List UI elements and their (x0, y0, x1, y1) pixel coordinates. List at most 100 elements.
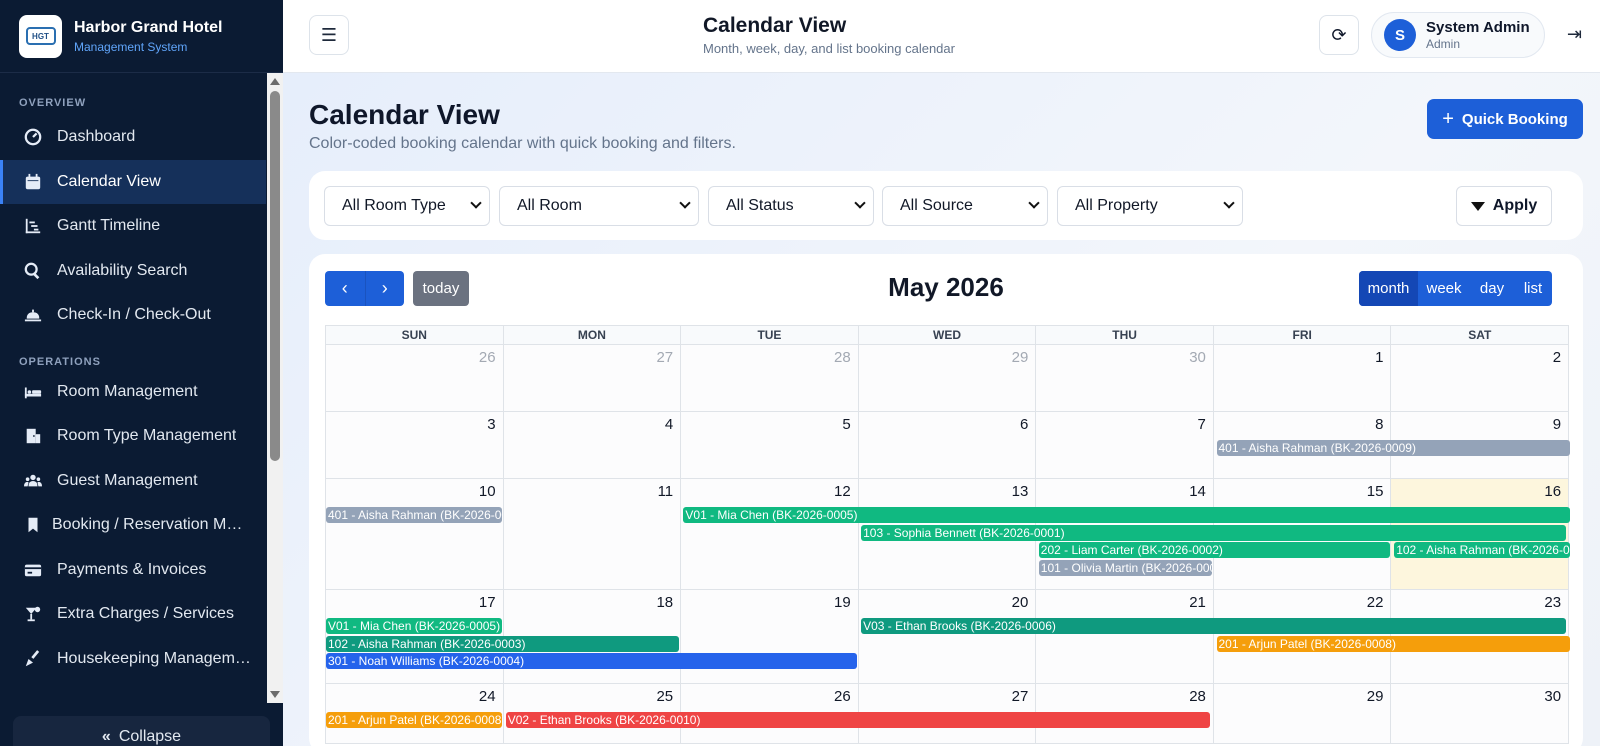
day-cell[interactable]: 26 (326, 345, 504, 412)
booking-event[interactable]: V01 - Mia Chen (BK-2026-0005) (326, 618, 502, 634)
booking-event[interactable]: 201 - Arjun Patel (BK-2026-0008) (1216, 635, 1570, 652)
day-number[interactable]: 28 (834, 349, 851, 366)
day-number[interactable]: 15 (1367, 483, 1384, 500)
day-number[interactable]: 17 (479, 594, 496, 611)
sidebar-item-booking-reservation[interactable]: Booking / Reservation Management (0, 503, 266, 548)
day-cell[interactable]: 30 (1036, 345, 1214, 412)
booking-event[interactable]: 401 - Aisha Rahman (BK-2026-0009) (326, 507, 502, 523)
sidebar-item-gantt-timeline[interactable]: Gantt Timeline (0, 204, 266, 249)
booking-event[interactable]: 401 - Aisha Rahman (BK-2026-0009) (1216, 440, 1570, 456)
prev-button[interactable]: ‹ (325, 271, 365, 306)
day-cell[interactable]: 4 (503, 412, 682, 479)
collapse-button[interactable]: « Collapse (13, 716, 270, 746)
day-cell[interactable]: 3 (326, 412, 504, 479)
day-number[interactable]: 8 (1375, 416, 1383, 433)
logout-icon[interactable]: ⇥ (1567, 24, 1582, 45)
day-cell[interactable]: 10 (326, 479, 504, 590)
day-number[interactable]: 14 (1189, 483, 1206, 500)
scroll-thumb[interactable] (270, 91, 280, 461)
day-cell[interactable]: 2 (1391, 345, 1570, 412)
day-number[interactable]: 21 (1189, 594, 1206, 611)
day-cell[interactable]: 19 (681, 590, 859, 684)
sidebar-item-room-type-management[interactable]: Room Type Management (0, 414, 266, 459)
scroll-down-arrow-icon[interactable] (270, 691, 280, 698)
scroll-up-arrow-icon[interactable] (270, 78, 280, 85)
quick-booking-button[interactable]: + Quick Booking (1427, 99, 1583, 139)
sidebar-item-payments-invoices[interactable]: Payments & Invoices (0, 548, 266, 593)
day-cell[interactable]: 28 (681, 345, 859, 412)
day-cell[interactable]: 12 (681, 479, 859, 590)
day-cell[interactable]: 7 (1036, 412, 1214, 479)
view-list[interactable]: list (1514, 271, 1552, 306)
day-number[interactable]: 24 (479, 688, 496, 705)
view-day[interactable]: day (1470, 271, 1514, 306)
day-number[interactable]: 12 (834, 483, 851, 500)
booking-event[interactable]: 301 - Noah Williams (BK-2026-0004) (326, 653, 858, 670)
status-select[interactable]: All Status (708, 186, 874, 226)
day-number[interactable]: 29 (1367, 688, 1384, 705)
source-select[interactable]: All Source (882, 186, 1048, 226)
booking-event[interactable]: 102 - Aisha Rahman (BK-2026-0003) (1394, 542, 1570, 559)
day-number[interactable]: 9 (1553, 416, 1561, 433)
day-number[interactable]: 1 (1375, 349, 1383, 366)
day-number[interactable]: 7 (1198, 416, 1206, 433)
day-number[interactable]: 2 (1553, 349, 1561, 366)
booking-event[interactable]: V03 - Ethan Brooks (BK-2026-0006) (861, 618, 1566, 634)
day-cell[interactable]: 11 (503, 479, 682, 590)
day-cell[interactable]: 29 (858, 345, 1037, 412)
day-cell[interactable]: 20 (858, 590, 1037, 684)
sidebar-item-dashboard[interactable]: Dashboard (0, 115, 266, 160)
sidebar-item-room-management[interactable]: Room Management (0, 370, 266, 415)
day-cell[interactable]: 29 (1213, 684, 1392, 744)
booking-event[interactable]: V02 - Ethan Brooks (BK-2026-0010) (505, 712, 1211, 728)
day-cell[interactable]: 27 (503, 345, 682, 412)
booking-event[interactable]: V01 - Mia Chen (BK-2026-0005) (683, 507, 1570, 523)
day-number[interactable]: 20 (1012, 594, 1029, 611)
day-cell[interactable]: 6 (858, 412, 1037, 479)
booking-event[interactable]: 101 - Olivia Martin (BK-2026-0007) (1038, 559, 1213, 576)
day-number[interactable]: 30 (1544, 688, 1561, 705)
booking-event[interactable]: 103 - Sophia Bennett (BK-2026-0001) (861, 524, 1566, 541)
day-number[interactable]: 19 (834, 594, 851, 611)
room-select[interactable]: All Room (499, 186, 699, 226)
day-number[interactable]: 10 (479, 483, 496, 500)
day-number[interactable]: 27 (656, 349, 673, 366)
booking-event[interactable]: 202 - Liam Carter (BK-2026-0002) (1038, 542, 1391, 559)
room-type-select[interactable]: All Room Type (324, 186, 490, 226)
user-menu[interactable]: S System Admin Admin (1371, 12, 1545, 58)
apply-button[interactable]: Apply (1456, 186, 1552, 226)
day-number[interactable]: 16 (1544, 483, 1561, 500)
view-week[interactable]: week (1418, 271, 1470, 306)
day-number[interactable]: 4 (665, 416, 673, 433)
day-number[interactable]: 27 (1012, 688, 1029, 705)
sidebar-item-check-in-out[interactable]: Check-In / Check-Out (0, 293, 266, 338)
booking-event[interactable]: 201 - Arjun Patel (BK-2026-0008) (326, 712, 502, 728)
day-number[interactable]: 13 (1012, 483, 1029, 500)
day-number[interactable]: 3 (487, 416, 495, 433)
day-cell[interactable]: 30 (1391, 684, 1570, 744)
day-number[interactable]: 29 (1012, 349, 1029, 366)
day-number[interactable]: 11 (658, 483, 674, 500)
day-number[interactable]: 5 (842, 416, 850, 433)
day-number[interactable]: 26 (479, 349, 496, 366)
sidebar-scrollbar[interactable] (267, 73, 283, 703)
sidebar-item-housekeeping[interactable]: Housekeeping Management (0, 637, 266, 682)
day-number[interactable]: 25 (656, 688, 673, 705)
refresh-button[interactable]: ⟳ (1319, 15, 1359, 55)
sidebar-item-guest-management[interactable]: Guest Management (0, 459, 266, 504)
sidebar-item-availability-search[interactable]: Availability Search (0, 249, 266, 294)
day-number[interactable]: 6 (1020, 416, 1028, 433)
day-number[interactable]: 18 (656, 594, 673, 611)
day-number[interactable]: 26 (834, 688, 851, 705)
day-cell[interactable]: 21 (1036, 590, 1214, 684)
day-number[interactable]: 30 (1189, 349, 1206, 366)
day-number[interactable]: 28 (1189, 688, 1206, 705)
next-button[interactable]: › (364, 271, 405, 306)
view-month[interactable]: month (1359, 271, 1418, 306)
day-cell[interactable]: 5 (681, 412, 859, 479)
menu-toggle-button[interactable]: ☰ (309, 15, 349, 55)
day-number[interactable]: 22 (1367, 594, 1384, 611)
today-button[interactable]: today (413, 271, 469, 306)
day-cell[interactable]: 1 (1213, 345, 1392, 412)
sidebar-item-extra-charges[interactable]: Extra Charges / Services (0, 592, 266, 637)
